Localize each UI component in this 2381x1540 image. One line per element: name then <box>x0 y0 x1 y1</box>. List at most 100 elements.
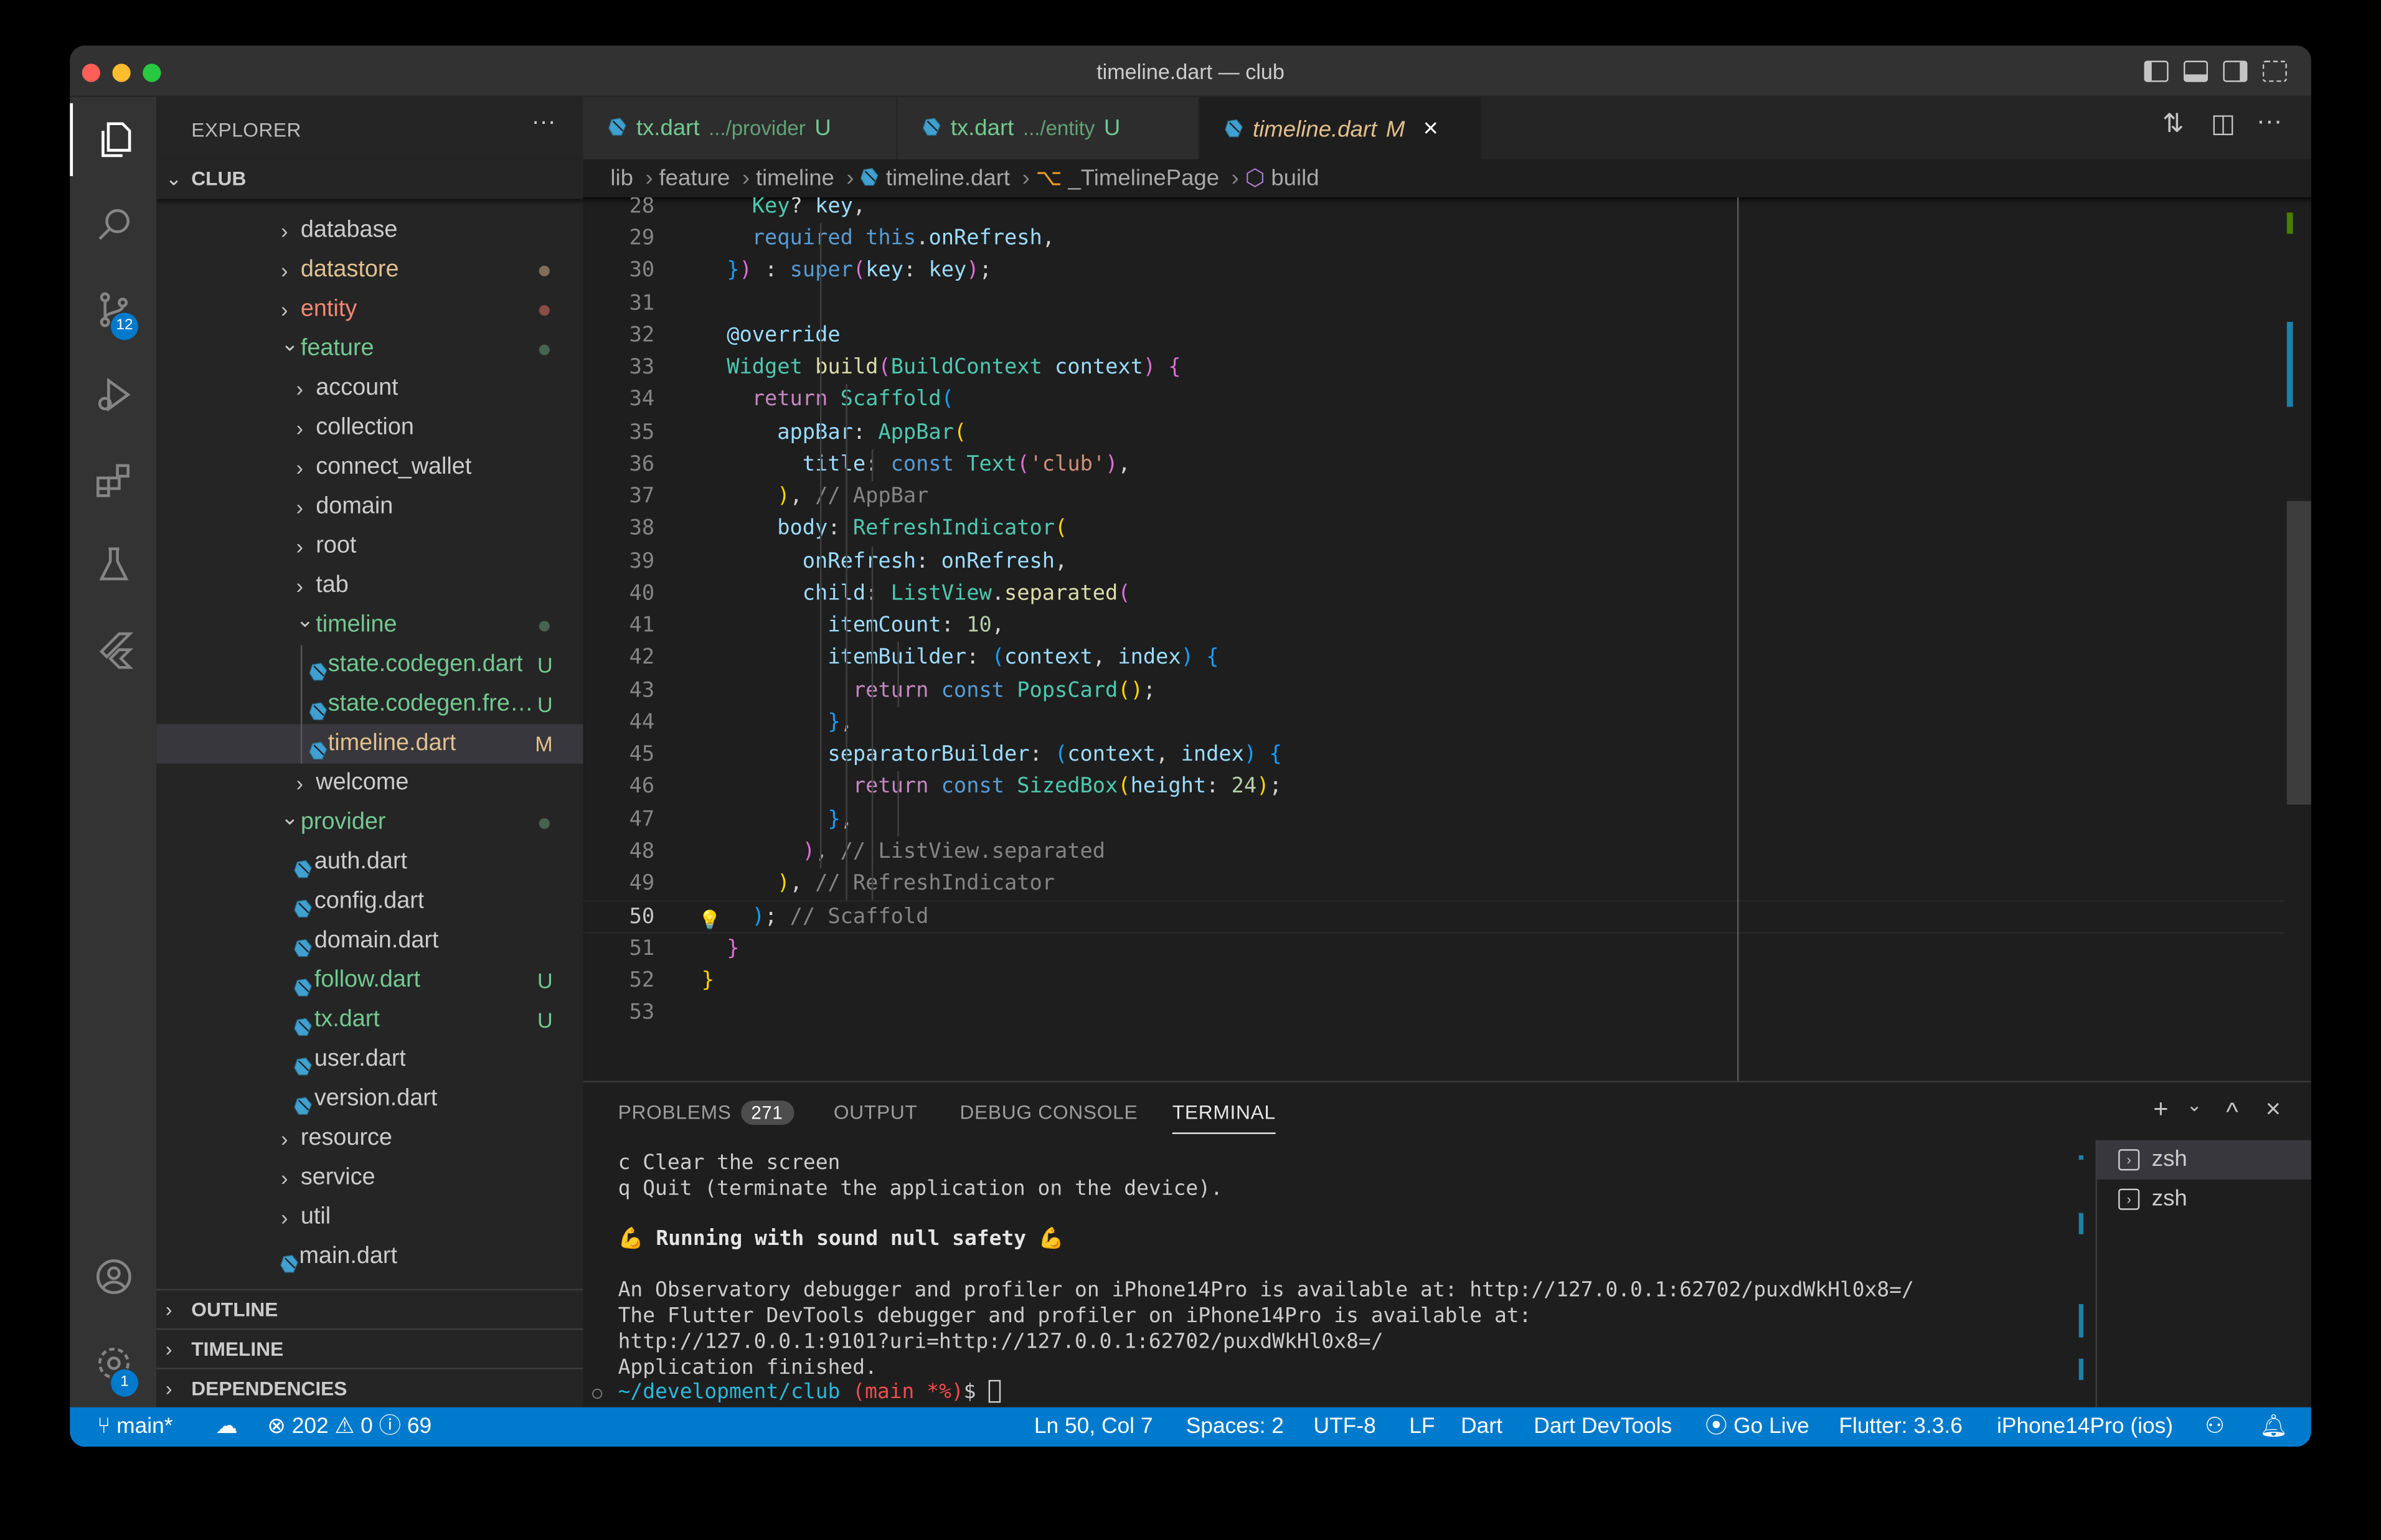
tree-item-timeline[interactable]: ⌄ timeline <box>156 606 583 645</box>
code-line[interactable]: 47 }, <box>583 804 2283 836</box>
tree-item-domain[interactable]: › domain <box>156 487 583 527</box>
editor-scrollbar[interactable] <box>2286 500 2311 805</box>
code-line[interactable]: 41 itemCount: 10, <box>583 611 2283 643</box>
split-editor-icon[interactable]: ◫ <box>2211 110 2235 140</box>
breadcrumb-item[interactable]: timeline <box>756 166 834 191</box>
code-line[interactable]: 29 required this.onRefresh, <box>583 223 2283 256</box>
tree-item-feature[interactable]: ⌄ feature <box>156 329 583 369</box>
close-panel-icon[interactable]: × <box>2266 1094 2281 1125</box>
notifications-icon[interactable]: 🔔︎ <box>2260 1407 2288 1447</box>
search-icon[interactable] <box>70 188 156 261</box>
root-folder-header[interactable]: ⌄ CLUB <box>156 159 583 199</box>
code-line[interactable]: 50 ); // Scaffold 💡 <box>583 900 2284 933</box>
code-line[interactable]: 33 Widget build(BuildContext context) { <box>583 352 2283 385</box>
section-timeline[interactable]: › TIMELINE <box>156 1328 583 1368</box>
tree-item-tx-dart[interactable]: tx.dart U <box>156 1000 583 1040</box>
indentation[interactable]: Spaces: 2 <box>1186 1407 1284 1447</box>
terminal-prompt[interactable]: ~/development/club (main *%)$ <box>618 1379 1001 1406</box>
device-selector[interactable]: iPhone14Pro (ios) <box>1997 1407 2173 1447</box>
tree-item-domain-dart[interactable]: domain.dart <box>156 921 583 960</box>
code-line[interactable]: 30 }) : super(key: key); <box>583 256 2283 288</box>
code-line[interactable]: 46 return const SizedBox(height: 24); <box>583 772 2283 804</box>
section-dependencies[interactable]: › DEPENDENCIES <box>156 1368 583 1407</box>
code-line[interactable]: 44 }, <box>583 707 2283 739</box>
tree-item-util[interactable]: › util <box>156 1198 583 1237</box>
explorer-more-icon[interactable]: ··· <box>532 110 556 137</box>
explorer-icon[interactable] <box>70 103 156 176</box>
maximize-panel-icon[interactable]: ^ <box>2226 1097 2238 1128</box>
breadcrumb-item[interactable]: build <box>1271 166 1319 191</box>
source-control-icon[interactable]: 12 <box>70 273 156 346</box>
tree-item-root[interactable]: › root <box>156 527 583 566</box>
tree-item-account[interactable]: › account <box>156 369 583 408</box>
breadcrumb-item[interactable]: feature <box>659 166 730 191</box>
tree-item-config-dart[interactable]: config.dart <box>156 882 583 921</box>
tree-item-user-dart[interactable]: user.dart <box>156 1040 583 1079</box>
section-outline[interactable]: › OUTLINE <box>156 1289 583 1328</box>
tab-timeline-dart[interactable]: timeline.dart M × <box>1199 97 1483 160</box>
customize-layout-icon[interactable] <box>2262 60 2287 82</box>
code-line[interactable]: 43 return const PopsCard(); <box>583 675 2283 707</box>
problems-indicator[interactable]: ⊗ 202 ⚠ 0 ⓘ 69 <box>267 1407 431 1447</box>
breadcrumb-item[interactable]: _TimelinePage <box>1068 166 1219 191</box>
tab-debug-console[interactable]: DEBUG CONSOLE <box>959 1101 1138 1124</box>
code-line[interactable]: 52} <box>583 965 2283 997</box>
code-line[interactable]: 40 child: ListView.separated( <box>583 578 2283 611</box>
tree-item-follow-dart[interactable]: follow.dart U <box>156 961 583 1000</box>
run-debug-icon[interactable] <box>70 359 156 431</box>
branch-indicator[interactable]: ⑂ main* <box>97 1407 172 1447</box>
tab-tx-dart-provider[interactable]: tx.dart .../provider U <box>583 97 898 160</box>
terminal-item-zsh-1[interactable]: › zsh <box>2096 1140 2311 1180</box>
dart-devtools[interactable]: Dart DevTools <box>1534 1407 1672 1447</box>
tree-item-timeline-dart[interactable]: timeline.dart M <box>156 724 583 764</box>
cursor-position[interactable]: Ln 50, Col 7 <box>1034 1407 1153 1447</box>
tree-item-version-dart[interactable]: version.dart <box>156 1079 583 1119</box>
tree-item-datastore[interactable]: › datastore <box>156 250 583 289</box>
testing-icon[interactable] <box>70 528 156 601</box>
language-mode[interactable]: Dart <box>1461 1407 1502 1447</box>
toggle-primary-sidebar-icon[interactable] <box>2144 60 2169 82</box>
feedback-icon[interactable]: ⚇ <box>2205 1407 2225 1447</box>
go-live[interactable]: ⦿ Go Live <box>1705 1407 1809 1447</box>
sync-icon[interactable]: ☁ <box>215 1407 237 1447</box>
code-editor[interactable]: 28 Key? key, 29 required this.onRefresh, 3… <box>583 197 2311 1081</box>
tree-item-main-dart[interactable]: main.dart <box>156 1237 583 1277</box>
compare-changes-icon[interactable]: ⇅ <box>2162 110 2184 140</box>
tree-item-state-codegen-dart[interactable]: state.codegen.dart U <box>156 645 583 684</box>
flutter-icon[interactable] <box>70 613 156 686</box>
tree-item-collection[interactable]: › collection <box>156 408 583 448</box>
tree-item-state-codegen-freezed-dart[interactable]: state.codegen.freezed.dartU <box>156 685 583 724</box>
terminal-item-zsh-2[interactable]: › zsh <box>2097 1180 2311 1219</box>
more-actions-icon[interactable]: ··· <box>2256 106 2282 137</box>
toggle-panel-icon[interactable] <box>2183 60 2209 82</box>
code-line[interactable]: 31 <box>583 288 2283 321</box>
code-line[interactable]: 42 itemBuilder: (context, index) { <box>583 642 2283 675</box>
code-line[interactable]: 53 <box>583 997 2283 1030</box>
code-line[interactable]: 49 ), // RefreshIndicator <box>583 868 2283 901</box>
tree-item-database[interactable]: › database <box>156 211 583 250</box>
extensions-icon[interactable] <box>70 443 156 516</box>
breadcrumb-item[interactable]: lib <box>610 166 633 191</box>
gear-icon[interactable]: 1 <box>70 1327 156 1400</box>
toggle-secondary-sidebar-icon[interactable] <box>2223 60 2248 82</box>
code-line[interactable]: 32 @override <box>583 320 2283 352</box>
code-line[interactable]: 35 appBar: AppBar( <box>583 417 2283 449</box>
flutter-version[interactable]: Flutter: 3.3.6 <box>1839 1407 1963 1447</box>
tree-item-resource[interactable]: › resource <box>156 1119 583 1158</box>
close-tab-icon[interactable]: × <box>1423 114 1438 143</box>
code-line[interactable]: 39 onRefresh: onRefresh, <box>583 546 2283 578</box>
tree-item-auth-dart[interactable]: auth.dart <box>156 843 583 882</box>
tree-item-provider[interactable]: ⌄ provider <box>156 803 583 842</box>
tab-terminal[interactable]: TERMINAL <box>1172 1101 1276 1134</box>
tab-problems[interactable]: PROBLEMS 271 <box>618 1101 794 1125</box>
tab-tx-dart-entity[interactable]: tx.dart .../entity U <box>897 97 1200 160</box>
account-icon[interactable] <box>70 1240 156 1313</box>
code-line[interactable]: 51 } <box>583 933 2283 965</box>
code-line[interactable]: 34 return Scaffold( <box>583 385 2283 417</box>
tab-output[interactable]: OUTPUT <box>834 1101 918 1124</box>
code-line[interactable]: 36 title: const Text('club'), <box>583 449 2283 482</box>
tree-item-welcome[interactable]: › welcome <box>156 764 583 803</box>
line-ending[interactable]: LF <box>1409 1407 1435 1447</box>
code-line[interactable]: 48 ), // ListView.separated <box>583 836 2283 868</box>
new-terminal-icon[interactable]: + <box>2153 1094 2168 1125</box>
